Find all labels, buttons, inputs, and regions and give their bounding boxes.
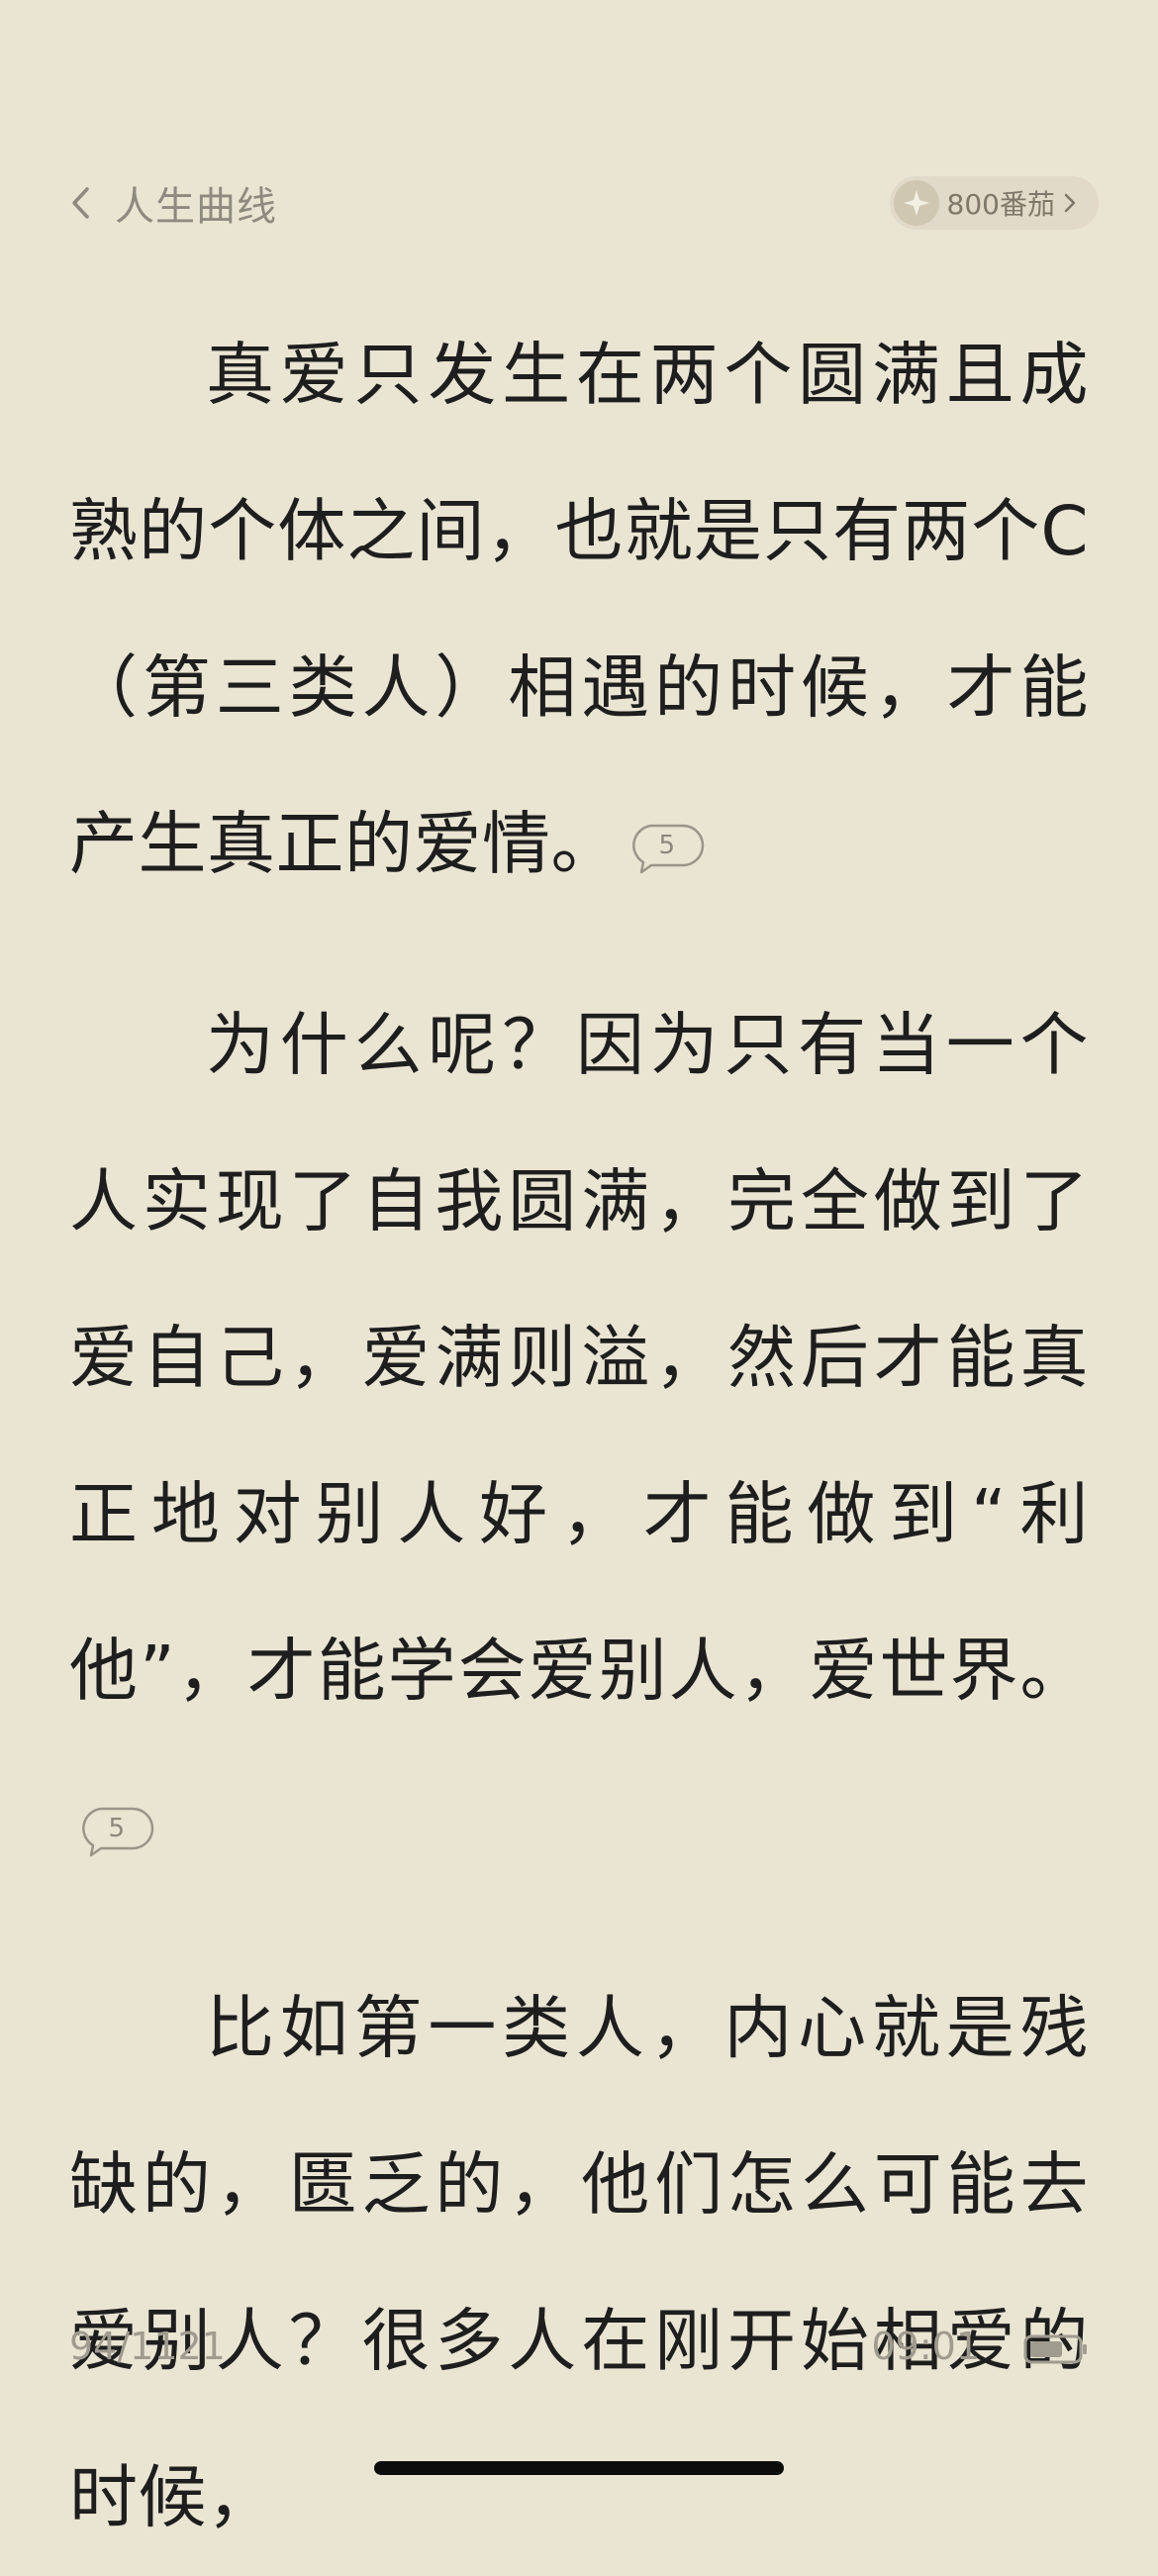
comment-count: 5	[658, 830, 676, 860]
page-progress: 94/1121	[69, 2325, 226, 2368]
paragraph[interactable]: 比如第一类人，内心就是残缺的，匮乏的，他们怎么可能去爱别人？很多人在刚开始相爱的…	[69, 1950, 1089, 2576]
chapter-content: 真爱只发生在两个圆满且成熟的个体之间，也就是只有两个C（第三类人）相遇的时候，才…	[69, 297, 1089, 2576]
paragraph-text: 比如第一类人，内心就是残缺的，匮乏的，他们怎么可能去爱别人？很多人在刚开始相爱的…	[69, 1989, 1089, 2537]
sparkle-icon	[893, 180, 939, 226]
reader-footer: 94/1121 09:01	[69, 2317, 1089, 2376]
paragraph[interactable]: 真爱只发生在两个圆满且成熟的个体之间，也就是只有两个C（第三类人）相遇的时候，才…	[69, 297, 1089, 923]
reader-top-bar: 人生曲线 800番茄	[69, 168, 1099, 238]
comment-bubble[interactable]: 5	[79, 1806, 154, 1857]
chevron-left-icon	[69, 183, 93, 223]
back-button[interactable]: 人生曲线	[69, 168, 277, 238]
comment-count: 5	[108, 1813, 126, 1843]
paragraph[interactable]: 为什么呢？因为只有当一个人实现了自我圆满，完全做到了爱自己，爱满则溢，然后才能真…	[69, 967, 1089, 1906]
book-title: 人生曲线	[115, 184, 277, 230]
home-indicator[interactable]	[374, 2461, 784, 2475]
clock: 09:01	[871, 2325, 980, 2368]
paragraph-text: 真爱只发生在两个圆满且成熟的个体之间，也就是只有两个C（第三类人）相遇的时候，才…	[69, 336, 1089, 884]
comment-bubble[interactable]: 5	[629, 823, 705, 874]
chevron-right-icon	[1055, 192, 1077, 214]
paragraph-text: 为什么呢？因为只有当一个人实现了自我圆满，完全做到了爱自己，爱满则溢，然后才能真…	[69, 1006, 1089, 1711]
coins-label: 800番茄	[946, 188, 1055, 221]
coins-button[interactable]: 800番茄	[889, 176, 1099, 230]
battery-icon	[1023, 2330, 1089, 2374]
